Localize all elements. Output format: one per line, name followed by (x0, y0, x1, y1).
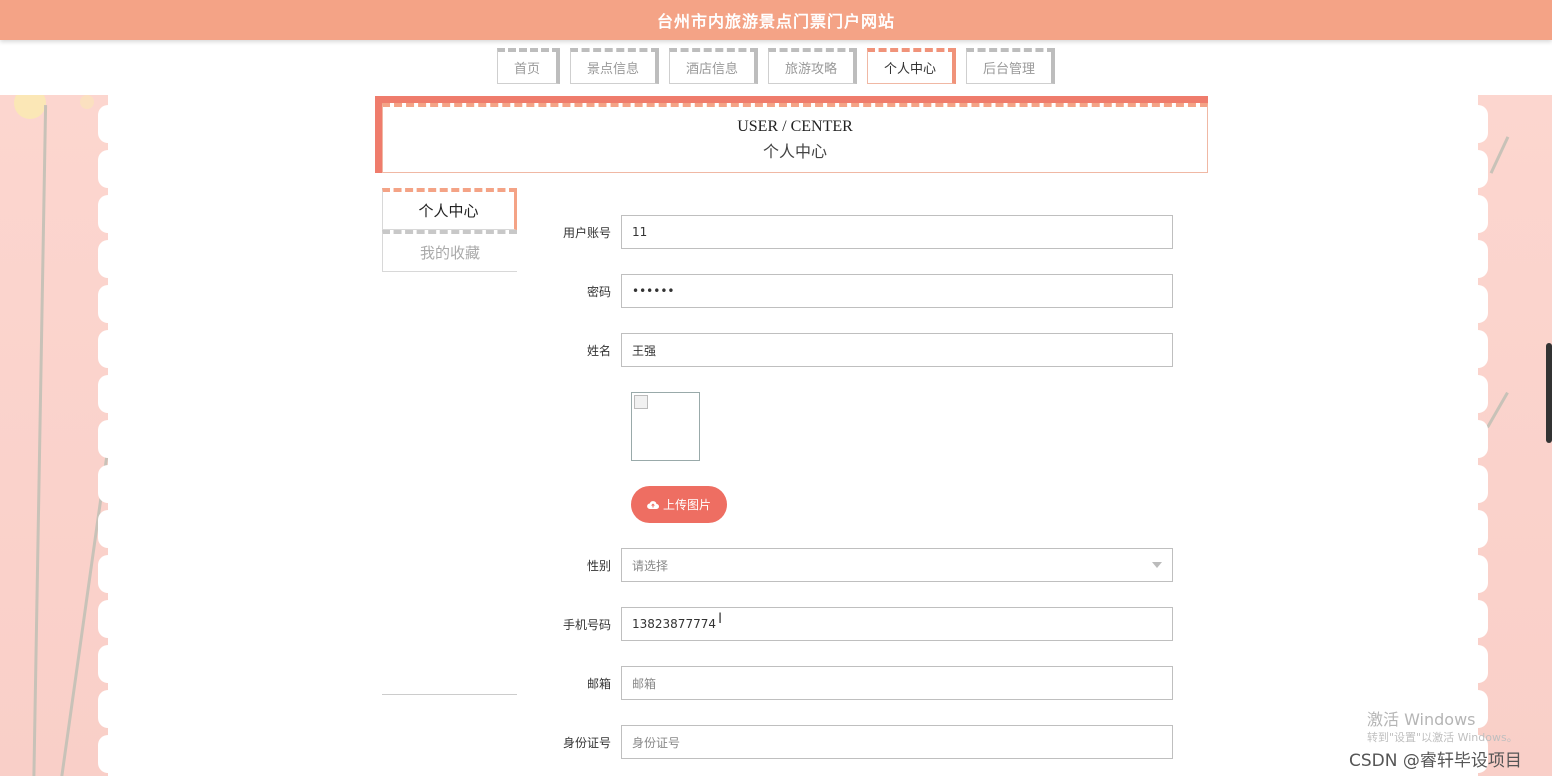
scallop-decoration (1478, 330, 1488, 368)
scallop-decoration (98, 510, 108, 548)
chevron-down-icon (1152, 562, 1162, 568)
scallop-decoration (1478, 375, 1488, 413)
scallop-decoration (1478, 555, 1488, 593)
upload-label: 上传图片 (662, 498, 711, 512)
tab-admin[interactable]: 后台管理 (966, 48, 1056, 84)
tab-label: 旅游攻略 (785, 62, 838, 77)
scallop-decoration (98, 645, 108, 683)
email-input[interactable]: 邮箱 (621, 666, 1173, 700)
scallop-decoration (98, 465, 108, 503)
scallop-decoration (1478, 285, 1488, 323)
broken-image-icon (634, 395, 648, 409)
user-submenu: 个人中心 我的收藏 (382, 188, 517, 272)
site-title: 台州市内旅游景点门票门户网站 (656, 12, 895, 31)
phone-input[interactable]: 13823877774 (621, 607, 1173, 641)
scallop-decoration (1478, 240, 1488, 278)
windows-activation-title: 激活 Windows (1367, 710, 1476, 729)
tab-guides[interactable]: 旅游攻略 (768, 48, 858, 84)
scallop-decoration (1478, 150, 1488, 188)
email-label: 邮箱 (586, 676, 611, 691)
password-label: 密码 (586, 284, 611, 299)
scallop-decoration (98, 195, 108, 233)
submenu-item-favorites[interactable]: 我的收藏 (382, 230, 517, 272)
text-cursor-icon: I (718, 611, 723, 627)
submenu-divider (382, 694, 517, 695)
section-title-en: USER / CENTER (737, 117, 853, 135)
password-input[interactable]: •••••• (621, 274, 1173, 308)
gender-select[interactable]: 请选择 (621, 548, 1173, 582)
scallop-decoration (98, 105, 108, 143)
flower-bud-decoration (14, 95, 46, 119)
scallop-decoration (1478, 510, 1488, 548)
left-decoration (0, 95, 108, 776)
scallop-decoration (98, 330, 108, 368)
idcard-label: 身份证号 (562, 735, 611, 750)
submenu-label: 我的收藏 (419, 244, 480, 262)
gender-select-value: 请选择 (632, 558, 669, 573)
scallop-decoration (98, 285, 108, 323)
scallop-decoration (1478, 195, 1488, 233)
name-input[interactable]: 王强 (621, 333, 1173, 367)
phone-label: 手机号码 (562, 617, 611, 632)
scallop-decoration (98, 735, 108, 773)
idcard-row: 身份证号 身份证号 (540, 725, 1183, 759)
scallop-decoration (1478, 690, 1488, 728)
flower-bud-decoration (80, 95, 94, 109)
scallop-decoration (98, 600, 108, 638)
account-row: 用户账号 11 (540, 215, 1183, 249)
leaf-decoration (1489, 136, 1510, 174)
email-row: 邮箱 邮箱 (540, 666, 1183, 700)
name-row: 姓名 王强 (540, 333, 1183, 367)
gender-label: 性别 (586, 558, 611, 573)
windows-activation-subtitle: 转到"设置"以激活 Windows。 (1367, 731, 1518, 744)
submenu-item-user-center[interactable]: 个人中心 (382, 188, 517, 230)
phone-row: 手机号码 13823877774 (540, 607, 1183, 641)
tab-label: 首页 (513, 62, 540, 77)
leaf-decoration (1486, 391, 1509, 429)
scallop-decoration (98, 375, 108, 413)
account-input[interactable]: 11 (621, 215, 1173, 249)
scallop-decoration (98, 690, 108, 728)
scallop-decoration (1478, 645, 1488, 683)
scallop-decoration (98, 150, 108, 188)
scallop-decoration (1478, 600, 1488, 638)
tab-user-center[interactable]: 个人中心 (867, 48, 957, 84)
tab-label: 个人中心 (884, 62, 937, 77)
main-nav: 首页 景点信息 酒店信息 旅游攻略 个人中心 后台管理 (0, 48, 1552, 84)
section-header: USER / CENTER 个人中心 (375, 96, 1208, 173)
top-bar: 台州市内旅游景点门票门户网站 (0, 0, 1552, 40)
account-label: 用户账号 (562, 225, 611, 240)
password-row: 密码 •••••• (540, 274, 1183, 308)
upload-image-button[interactable]: 上传图片 (631, 486, 727, 523)
tab-label: 景点信息 (586, 62, 639, 77)
right-decoration (1478, 95, 1552, 776)
tab-label: 后台管理 (983, 62, 1036, 77)
gender-row: 性别 请选择 (540, 548, 1183, 582)
idcard-input[interactable]: 身份证号 (621, 725, 1173, 759)
scallop-decoration (98, 240, 108, 278)
section-title-cn: 个人中心 (762, 143, 827, 161)
scallop-decoration (98, 555, 108, 593)
tab-hotels[interactable]: 酒店信息 (668, 48, 758, 84)
scallop-decoration (98, 420, 108, 458)
stem-decoration (31, 105, 48, 776)
avatar-image (631, 392, 700, 461)
csdn-watermark: CSDN @睿轩毕设项目 (1349, 751, 1522, 771)
cloud-upload-icon (647, 500, 659, 509)
tab-home[interactable]: 首页 (496, 48, 560, 84)
scrollbar-thumb[interactable] (1546, 343, 1552, 443)
scallop-decoration (1478, 105, 1488, 143)
name-label: 姓名 (586, 343, 611, 358)
tab-attractions[interactable]: 景点信息 (569, 48, 659, 84)
scallop-decoration (1478, 420, 1488, 458)
submenu-label: 个人中心 (418, 202, 479, 220)
scallop-decoration (1478, 465, 1488, 503)
tab-label: 酒店信息 (685, 62, 738, 77)
